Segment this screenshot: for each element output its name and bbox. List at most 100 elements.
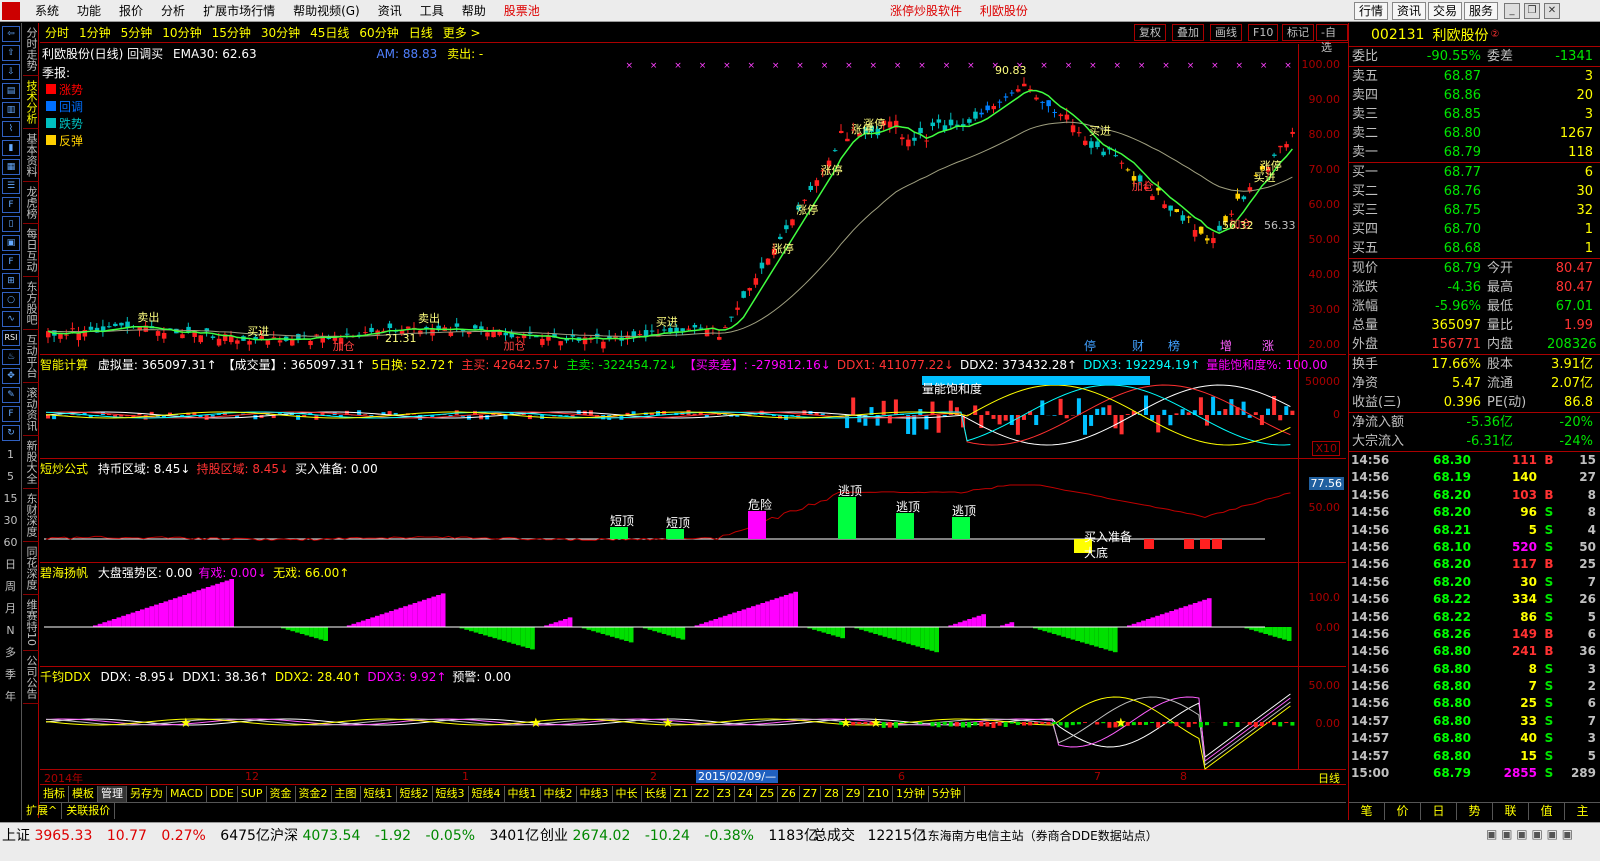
indicator-tab[interactable]: 短线1 — [361, 786, 397, 802]
period-tab[interactable]: 60分钟 — [359, 24, 398, 41]
refresh-icon[interactable]: ↻ — [2, 425, 20, 441]
indicator-tab[interactable]: Z3 — [714, 786, 736, 802]
indicator-tab[interactable]: 中长 — [613, 786, 642, 802]
quote-tab[interactable]: 价 — [1385, 803, 1421, 820]
side-tab[interactable]: 新股大全 — [23, 436, 39, 489]
minimize-icon[interactable]: _ — [1504, 3, 1520, 19]
index-sh[interactable]: 上证 3965.33 10.77 0.27% 6475亿 — [2, 825, 270, 845]
mark-button[interactable]: 标记 — [1282, 24, 1314, 41]
move-icon[interactable]: ✥ — [2, 368, 20, 384]
indicator-tab[interactable]: 长线 — [642, 786, 671, 802]
side-tab[interactable]: 滚动资讯 — [23, 383, 39, 436]
indicator-tab[interactable]: Z5 — [757, 786, 779, 802]
bihai-panel[interactable]: 碧海扬帆 大盘强势区: 0.00 有戏: 0.00↓ 无戏: 66.00↑ 100.… — [40, 563, 1346, 667]
indicator-tab[interactable]: Z4 — [735, 786, 757, 802]
side-tab[interactable]: 东方股吧 — [23, 277, 39, 330]
quote-tab[interactable]: 联 — [1493, 803, 1529, 820]
indicator-tab[interactable]: 短线3 — [433, 786, 469, 802]
period-tab[interactable]: 15分钟 — [212, 24, 251, 41]
indicator-tab[interactable]: Z10 — [864, 786, 894, 802]
period-tab[interactable]: 日线 — [409, 24, 433, 41]
indicator-tab[interactable]: 中线3 — [577, 786, 613, 802]
down-icon[interactable]: ⇩ — [2, 64, 20, 80]
period-tab[interactable]: 更多 > — [443, 24, 481, 41]
draw-button[interactable]: 画线 — [1210, 24, 1242, 41]
f10-icon[interactable]: F — [2, 197, 20, 213]
quote-tab[interactable]: 值 — [1529, 803, 1565, 820]
side-period[interactable]: 年 — [0, 686, 21, 708]
indicator-tab[interactable]: 另存为 — [127, 786, 167, 802]
period-tab[interactable]: 1分钟 — [79, 24, 111, 41]
circle-icon[interactable]: ○ — [2, 292, 20, 308]
indicator-tab[interactable]: 主图 — [332, 786, 361, 802]
close-icon[interactable]: ✕ — [1544, 3, 1560, 19]
center-link-software[interactable]: 涨停炒股软件 — [890, 4, 962, 18]
side-tab[interactable]: 公司公告 — [23, 651, 39, 704]
side-tab[interactable]: 龙虎榜 — [23, 182, 39, 224]
center-link-stock[interactable]: 利欧股份 — [980, 4, 1028, 18]
news-button[interactable]: 资讯 — [1392, 2, 1427, 20]
quote-tab[interactable]: 主 — [1565, 803, 1600, 820]
indicator-tab[interactable]: DDE — [207, 786, 238, 802]
side-tab[interactable]: 东财深度 — [23, 489, 39, 542]
indicator-tab[interactable]: Z8 — [821, 786, 843, 802]
side-tab[interactable]: 技术分析 — [23, 76, 39, 129]
indicator-tab[interactable]: 短线2 — [397, 786, 433, 802]
side-period[interactable]: 5 — [0, 466, 21, 488]
side-period[interactable]: 周 — [0, 576, 21, 598]
side-period[interactable]: 日 — [0, 554, 21, 576]
watchlist-button[interactable]: -自选 — [1316, 24, 1348, 54]
stock-name[interactable]: 利欧股份 — [1432, 25, 1488, 45]
report-icon[interactable]: ▤ — [2, 83, 20, 99]
bag-icon[interactable]: ♨ — [2, 349, 20, 365]
period-tab[interactable]: 分时 — [45, 24, 69, 41]
ext-tab[interactable]: 关联报价 — [62, 803, 116, 819]
side-tab[interactable]: 同花深度 — [23, 542, 39, 595]
indicator-tab[interactable]: MACD — [167, 786, 207, 802]
menu-item[interactable]: 资讯 — [369, 0, 411, 22]
indicator-tab[interactable]: 5分钟 — [929, 786, 966, 802]
indicator-tab[interactable]: 资金2 — [296, 786, 332, 802]
line-chart-icon[interactable]: ⌇ — [2, 121, 20, 137]
indicator-tab[interactable]: 中线2 — [541, 786, 577, 802]
menu-item[interactable]: 分析 — [152, 0, 194, 22]
smart-calc-panel[interactable]: 智能计算 虚拟量: 365097.31↑ 【成交量】: 365097.31↑ 5日换… — [40, 355, 1346, 459]
indicator-tab[interactable]: 中线1 — [505, 786, 541, 802]
f2-icon[interactable]: F — [2, 254, 20, 270]
ext-tab[interactable]: 扩展^ — [22, 803, 63, 819]
indicator-tab[interactable]: Z7 — [800, 786, 822, 802]
indicator-tab[interactable]: 指标 — [40, 786, 69, 802]
pen-icon[interactable]: ✎ — [2, 387, 20, 403]
period-tab[interactable]: 5分钟 — [121, 24, 153, 41]
side-tab[interactable]: 互动平台 — [23, 330, 39, 383]
menu-item[interactable]: 帮助 — [453, 0, 495, 22]
side-period[interactable]: 30 — [0, 510, 21, 532]
side-tab[interactable]: 每日互动 — [23, 224, 39, 277]
wave-icon[interactable]: ∿ — [2, 311, 20, 327]
side-period[interactable]: 60 — [0, 532, 21, 554]
indicator-tab[interactable]: 管理 — [98, 786, 127, 802]
menu-item[interactable]: 扩展市场行情 — [194, 0, 284, 22]
restore-icon[interactable]: ❐ — [1524, 3, 1540, 19]
period-tab[interactable]: 45日线 — [310, 24, 349, 41]
indicator-tab[interactable]: 短线4 — [469, 786, 505, 802]
side-period[interactable]: 季 — [0, 664, 21, 686]
trade-button[interactable]: 交易 — [1428, 2, 1463, 20]
candle-icon[interactable]: ▮ — [2, 140, 20, 156]
doc-icon[interactable]: ▯ — [2, 216, 20, 232]
period-tab[interactable]: 30分钟 — [261, 24, 300, 41]
side-tab[interactable]: 分时走势 — [23, 23, 39, 76]
indicator-tab[interactable]: Z1 — [671, 786, 693, 802]
back-icon[interactable]: ⇦ — [2, 26, 20, 42]
side-period[interactable]: 月 — [0, 598, 21, 620]
side-period[interactable]: 多 — [0, 642, 21, 664]
period-tab[interactable]: 10分钟 — [162, 24, 201, 41]
quote-tab[interactable]: 笔 — [1349, 803, 1385, 820]
side-tab[interactable]: 基本资料 — [23, 129, 39, 182]
indicator-tab[interactable]: Z2 — [692, 786, 714, 802]
service-button[interactable]: 服务 — [1464, 2, 1499, 20]
indicator-tab[interactable]: 模板 — [69, 786, 98, 802]
short-formula-panel[interactable]: 短顶 短顶 危险 逃顶 逃顶 逃顶 买入准备 大底 短炒公式 持币区域: 8.45↓ 持股区域:… — [40, 459, 1346, 563]
menu-item[interactable]: 报价 — [110, 0, 152, 22]
index-hs[interactable]: 沪深 4073.54 -1.92 -0.05% 3401亿 — [270, 825, 539, 845]
